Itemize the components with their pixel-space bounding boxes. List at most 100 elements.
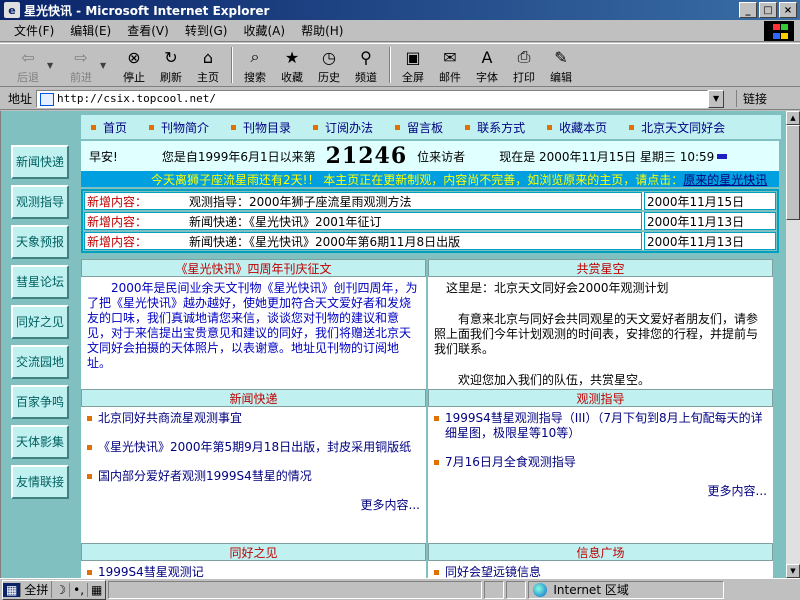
panel-title[interactable]: 观测指导 (428, 389, 773, 407)
half-width-icon[interactable]: ☽ (52, 582, 71, 597)
sidebar-item-debate[interactable]: 百家争鸣 (11, 385, 69, 419)
print-button[interactable]: ⎙ 打印 (506, 45, 542, 85)
visitor-counter: 21246 (325, 143, 408, 169)
menu-favorites[interactable]: 收藏(A) (243, 22, 285, 39)
sidebar-item-views[interactable]: 同好之见 (11, 305, 69, 339)
refresh-button[interactable]: ↻ 刷新 (153, 45, 189, 85)
list-item[interactable]: 北京同好共商流星观测事宜 (87, 411, 420, 426)
home-button[interactable]: ⌂ 主页 (190, 45, 226, 85)
mail-button[interactable]: ✉ 邮件 (432, 45, 468, 85)
favorites-button[interactable]: ★ 收藏 (274, 45, 310, 85)
sidebar-item-news[interactable]: 新闻快递 (11, 145, 69, 179)
nav-club[interactable]: 北京天文同好会 (629, 119, 725, 136)
bullet-icon (87, 445, 92, 450)
info-panel: 信息广场 同好会望远镜信息 (428, 543, 773, 578)
clock-icon (717, 153, 728, 159)
new-tag: 新增内容： (87, 194, 148, 209)
sidebar-item-gallery[interactable]: 天体影集 (11, 425, 69, 459)
sidebar-item-exchange[interactable]: 交流园地 (11, 345, 69, 379)
nav-home[interactable]: 首页 (91, 119, 127, 136)
punctuation-icon[interactable]: •, (70, 582, 89, 597)
channels-button[interactable]: ⚲ 频道 (348, 45, 384, 85)
sidebar-item-links[interactable]: 友情联接 (11, 465, 69, 499)
panel-title[interactable]: 共赏星空 (428, 259, 773, 277)
menu-file[interactable]: 文件(F) (14, 22, 54, 39)
sidebar-item-guide[interactable]: 观测指导 (11, 185, 69, 219)
history-button[interactable]: ◷ 历史 (311, 45, 347, 85)
ime-mode[interactable]: 全拼 (21, 581, 53, 598)
maximize-button[interactable]: □ (759, 2, 777, 18)
panel-title[interactable]: 新闻快递 (81, 389, 426, 407)
news-panel: 新闻快递 北京同好共商流星观测事宜 《星光快讯》2000年第5期9月18日出版，… (81, 389, 426, 543)
nav-subscribe[interactable]: 订阅办法 (313, 119, 373, 136)
font-icon: A (481, 47, 493, 67)
search-button[interactable]: ⌕ 搜索 (237, 45, 273, 85)
list-item: 新增内容： 新闻快递：《星光快讯》2001年征订 2000年11月13日 (84, 212, 776, 230)
menu-view[interactable]: 查看(V) (127, 22, 169, 39)
list-item[interactable]: 国内部分爱好者观测1999S4彗星的情况 (87, 469, 420, 484)
list-item[interactable]: 1999S4彗星观测指导（III）（7月下旬到8月上旬配每天的详细星图，极限星等… (434, 411, 767, 441)
minimize-button[interactable]: _ (739, 2, 757, 18)
more-link[interactable]: 更多内容... (87, 498, 420, 513)
soft-keyboard-icon[interactable]: ▦ (88, 583, 105, 597)
list-item[interactable]: 同好会望远镜信息 (434, 565, 767, 578)
news-link[interactable]: 观测指导：2000年狮子座流星雨观测方法 (189, 193, 412, 210)
plan-link[interactable]: 这里是：北京天文同好会2000年观测计划 (434, 281, 767, 296)
title-bar: e 星光快讯 - Microsoft Internet Explorer _ □… (0, 0, 800, 20)
panel-title[interactable]: 《星光快讯》四周年刊庆征文 (81, 259, 426, 277)
menu-go[interactable]: 转到(G) (185, 22, 228, 39)
page-viewport: 首页 刊物简介 刊物目录 订阅办法 留言板 联系方式 收藏本页 北京天文同好会 … (0, 111, 786, 578)
menu-bar: 文件(F) 编辑(E) 查看(V) 转到(G) 收藏(A) 帮助(H) (0, 20, 800, 42)
news-link[interactable]: 新闻快递：《星光快讯》2001年征订 (189, 213, 382, 230)
forward-button[interactable]: ⇨ 前进 (63, 45, 99, 85)
nav-bookmark[interactable]: 收藏本页 (547, 119, 607, 136)
bullet-icon (434, 570, 439, 575)
news-link[interactable]: 新闻快递：《星光快讯》2000年第6期11月8日出版 (189, 233, 460, 250)
status-panel-main (108, 580, 483, 599)
nav-intro[interactable]: 刊物简介 (149, 119, 209, 136)
list-item[interactable]: 1999S4彗星观测记 (87, 565, 420, 578)
menu-edit[interactable]: 编辑(E) (70, 22, 111, 39)
sidebar-item-forecast[interactable]: 天象预报 (11, 225, 69, 259)
address-label: 地址 (8, 92, 33, 106)
fonts-button[interactable]: A 字体 (469, 45, 505, 85)
bullet-icon (629, 124, 635, 130)
more-link[interactable]: 更多内容... (434, 484, 767, 499)
links-button[interactable]: 链接 (736, 90, 767, 107)
refresh-icon: ↻ (164, 47, 178, 67)
bullet-icon (149, 124, 155, 130)
new-tag: 新增内容： (87, 234, 148, 249)
vertical-scrollbar[interactable]: ▲ ▼ (786, 111, 800, 578)
sidebar-item-comet[interactable]: 彗星论坛 (11, 265, 69, 299)
forward-dropdown-icon[interactable]: ▼ (100, 61, 110, 70)
list-item[interactable]: 《星光快讯》2000年第5期9月18日出版，封皮采用铜版纸 (87, 440, 420, 455)
list-item[interactable]: 7月16日月全食观测指导 (434, 455, 767, 470)
scroll-thumb[interactable] (786, 125, 800, 220)
fullscreen-button[interactable]: ▣ 全屏 (395, 45, 431, 85)
menu-help[interactable]: 帮助(H) (301, 22, 343, 39)
guide-panel: 观测指导 1999S4彗星观测指导（III）（7月下旬到8月上旬配每天的详细星图… (428, 389, 773, 543)
anniversary-panel: 《星光快讯》四周年刊庆征文 2000年是民间业余天文刊物《星光快讯》创刊四周年，… (81, 259, 426, 389)
back-dropdown-icon[interactable]: ▼ (47, 61, 57, 70)
panel-title[interactable]: 同好之见 (81, 543, 426, 561)
panel-title[interactable]: 信息广场 (428, 543, 773, 561)
edit-icon: ✎ (554, 47, 568, 67)
old-site-link[interactable]: 原来的星光快讯 (683, 171, 767, 187)
top-navigation: 首页 刊物简介 刊物目录 订阅办法 留言板 联系方式 收藏本页 北京天文同好会 (81, 115, 781, 139)
scroll-up-icon[interactable]: ▲ (786, 111, 800, 125)
edit-button[interactable]: ✎ 编辑 (543, 45, 579, 85)
mail-icon: ✉ (443, 47, 457, 67)
stop-button[interactable]: ⊗ 停止 (116, 45, 152, 85)
close-button[interactable]: × (779, 2, 797, 18)
history-icon: ◷ (322, 47, 336, 67)
ime-logo-icon[interactable]: ▦ (3, 582, 22, 597)
nav-guestbook[interactable]: 留言板 (395, 119, 443, 136)
windows-logo-icon (764, 21, 794, 41)
security-zone: Internet 区域 (528, 580, 725, 599)
nav-contact[interactable]: 联系方式 (465, 119, 525, 136)
address-input[interactable]: http://csix.topcool.net/ (36, 89, 709, 108)
address-dropdown-icon[interactable]: ▼ (708, 89, 725, 108)
back-button[interactable]: ⇦ 后退 (10, 45, 46, 85)
nav-catalog[interactable]: 刊物目录 (231, 119, 291, 136)
scroll-down-icon[interactable]: ▼ (786, 564, 800, 578)
